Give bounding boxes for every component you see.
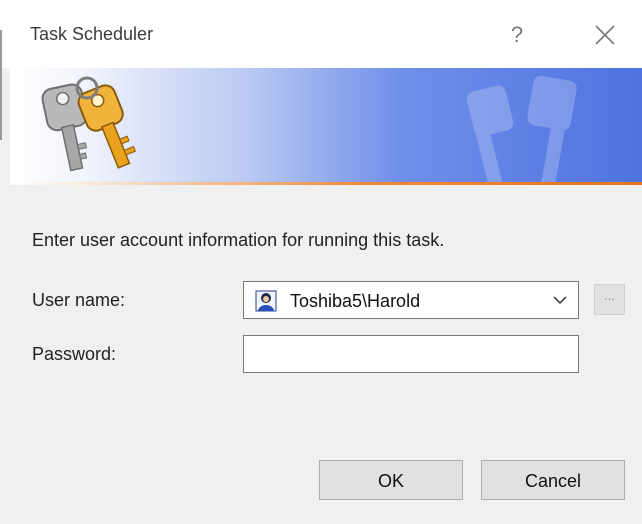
title-bar: Task Scheduler ? [0, 0, 642, 68]
close-icon [595, 25, 615, 45]
user-account-icon [255, 290, 277, 312]
close-button[interactable] [588, 18, 622, 52]
header-banner [10, 68, 642, 184]
chevron-down-icon[interactable] [552, 294, 568, 306]
banner-accent-line [10, 182, 642, 185]
user-name-combobox[interactable]: Toshiba5\Harold [243, 281, 579, 319]
ok-button[interactable]: OK [319, 460, 463, 500]
window-edge [0, 30, 2, 140]
user-name-label: User name: [32, 290, 126, 310]
password-label: Password: [32, 344, 117, 364]
password-field[interactable] [243, 335, 579, 373]
instruction-text: Enter user account information for runni… [32, 230, 445, 250]
window-title: Task Scheduler [30, 24, 154, 44]
help-button[interactable]: ? [500, 18, 534, 52]
user-name-value: Toshiba5\Harold [290, 291, 421, 311]
browse-user-button[interactable]: ... [594, 284, 625, 315]
keys-icon [41, 76, 137, 172]
keys-watermark-icon [466, 75, 577, 184]
cancel-button[interactable]: Cancel [481, 460, 625, 500]
task-scheduler-dialog: Task Scheduler ? Enter user account info… [0, 0, 642, 524]
